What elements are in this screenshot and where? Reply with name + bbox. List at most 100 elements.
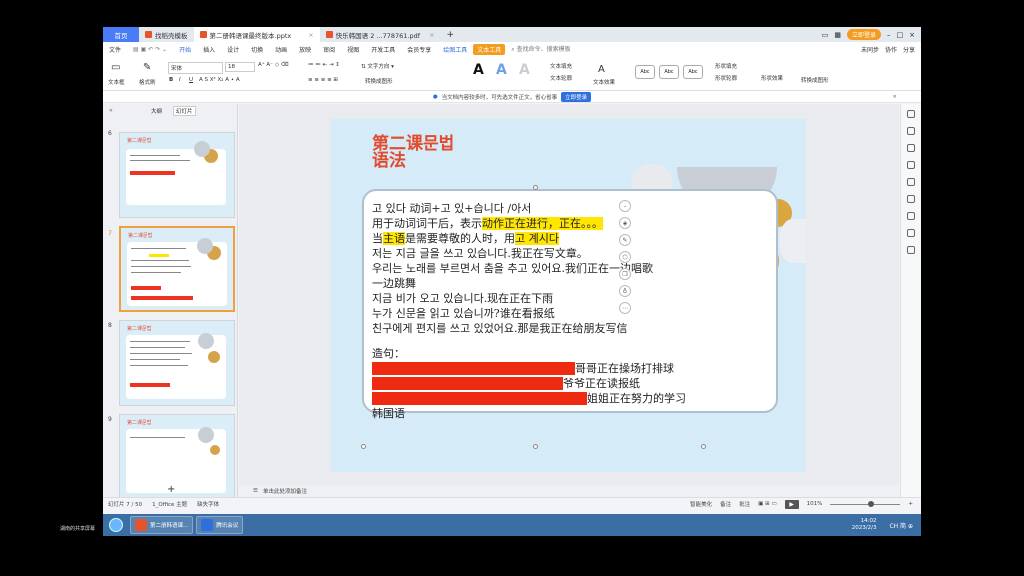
text-style-blue[interactable]: A xyxy=(496,62,507,78)
slide-thumbnail-9[interactable]: 第二课문법 xyxy=(119,414,235,500)
close-icon[interactable]: × xyxy=(892,94,897,100)
close-window-icon[interactable]: × xyxy=(909,31,915,39)
shape-icon[interactable]: ⬡ xyxy=(619,251,631,263)
sidebar-tool-icon[interactable] xyxy=(907,195,915,203)
menu-member[interactable]: 会员专享 xyxy=(401,45,437,54)
slide-title-line2[interactable]: 语法 xyxy=(372,153,406,170)
zoom-slider[interactable] xyxy=(830,500,901,507)
copy-icon[interactable]: ❐ xyxy=(619,268,631,280)
align-icons[interactable]: ≡ ≡ ≡ ≡ ⊞ xyxy=(308,77,338,83)
bulb-icon[interactable]: ♁ xyxy=(619,285,631,297)
notes-toggle[interactable]: 备注 xyxy=(720,500,731,508)
tab-home[interactable]: 首页 xyxy=(103,27,139,42)
share-button[interactable]: 分享 xyxy=(903,45,915,54)
text-format-icons[interactable]: A S X² X₂ A ∙ A xyxy=(199,77,240,83)
resize-handle[interactable] xyxy=(701,444,706,449)
slide-text-line[interactable]: 一边跳舞 xyxy=(372,277,416,290)
convert-graphics-button[interactable]: 转换成图形 xyxy=(365,77,393,85)
collapse-icon[interactable]: – xyxy=(619,200,631,212)
missing-fonts-button[interactable]: 缺失字体 xyxy=(197,500,219,508)
maximize-icon[interactable]: □ xyxy=(897,31,904,39)
layout-icon[interactable]: ▭ xyxy=(822,31,829,39)
menu-transition[interactable]: 切换 xyxy=(245,45,269,54)
menu-animation[interactable]: 动画 xyxy=(269,45,293,54)
textbox-icon[interactable]: ▭ xyxy=(111,62,120,73)
tab-template[interactable]: 找稻壳模板 xyxy=(139,27,194,42)
format-painter-button[interactable]: 格式刷 xyxy=(139,78,156,86)
format-painter-icon[interactable]: ✎ xyxy=(143,62,151,73)
font-size-select[interactable]: 18 xyxy=(225,62,255,72)
tab-pptx[interactable]: 第二册韩语课最终版本.pptx × xyxy=(193,27,320,42)
menu-drawing-tools[interactable]: 绘图工具 xyxy=(437,45,473,54)
menu-review[interactable]: 审阅 xyxy=(317,45,341,54)
slide-text-line[interactable]: 哥哥正在操场打排球 xyxy=(575,362,674,375)
slide-text-line[interactable]: 고 있다 动词+고 있+습니다 /아서 xyxy=(372,202,531,215)
tab-slides[interactable]: 幻灯片 xyxy=(173,106,196,116)
sidebar-tool-icon[interactable] xyxy=(907,144,915,152)
text-direction-icon[interactable]: ⇅ 文字方向 ▾ xyxy=(361,62,394,70)
add-tab-button[interactable]: + xyxy=(441,27,461,42)
quick-access-icons[interactable]: ▤ ▣ ↶ ↷ ⌄ xyxy=(127,46,173,53)
minimize-icon[interactable]: – xyxy=(887,31,891,39)
menu-home[interactable]: 开始 xyxy=(173,45,197,54)
collapse-icon[interactable]: « xyxy=(109,107,113,114)
tab-pdf[interactable]: 快乐韩国语 2 ...778761.pdf × xyxy=(320,27,441,42)
list-icons[interactable]: ≔ ≕ ⇤ ⇥ ↕ xyxy=(308,62,340,68)
shape-effects-button[interactable]: 形状效果 xyxy=(761,74,783,82)
login-button[interactable]: 立即登录 xyxy=(846,29,881,40)
play-icon[interactable]: ▶ xyxy=(784,499,799,509)
text-fill-button[interactable]: 文本填充 xyxy=(550,62,572,70)
taskbar-meeting[interactable]: 腾讯会议 xyxy=(196,516,244,534)
textbox-button[interactable]: 文本框 xyxy=(108,78,125,86)
rotate-handle[interactable] xyxy=(533,185,538,190)
slide-text-line[interactable]: 造句： xyxy=(372,347,405,360)
close-icon[interactable]: × xyxy=(308,31,313,39)
pen-icon[interactable]: ✎ xyxy=(619,234,631,246)
slide-text-line[interactable]: 누가 신문을 읽고 있습니까?谁在看报纸 xyxy=(372,307,555,320)
add-slide-button[interactable]: + xyxy=(167,484,175,495)
tab-outline[interactable]: 大纲 xyxy=(151,107,162,115)
resize-handle[interactable] xyxy=(361,444,366,449)
zoom-level[interactable]: 101% xyxy=(807,501,823,507)
bold-button[interactable]: B xyxy=(169,77,173,83)
view-icons[interactable]: ▣ ⊞ ▭ xyxy=(758,501,777,507)
menu-slideshow[interactable]: 放映 xyxy=(293,45,317,54)
grid-icon[interactable]: ▦ xyxy=(834,31,841,39)
sidebar-tool-icon[interactable] xyxy=(907,178,915,186)
slide-text-line[interactable]: 친구에게 편지를 쓰고 있었어요.那是我正在给朋友写信 xyxy=(372,322,628,335)
slide-text-line[interactable]: 姐姐正在努力的学习 xyxy=(587,392,686,405)
menu-view[interactable]: 视图 xyxy=(341,45,365,54)
menu-file[interactable]: 文件 xyxy=(103,45,127,54)
slide-text-line[interactable]: 지금 비가 오고 있습니다.现在正在下雨 xyxy=(372,292,553,305)
system-tray[interactable]: CH 简 ⊕ xyxy=(889,521,921,530)
slide-thumbnail-6[interactable]: 第二课문법 xyxy=(119,132,235,218)
slide-text-line[interactable]: 用于动词词干后，表示动作正在进行，正在。。。 xyxy=(372,217,603,230)
more-icon[interactable]: ⋯ xyxy=(619,302,631,314)
shape-style-1[interactable]: Abc xyxy=(635,65,655,79)
collab-button[interactable]: 协作 xyxy=(885,45,897,54)
underline-button[interactable]: U xyxy=(189,77,193,83)
menu-design[interactable]: 设计 xyxy=(221,45,245,54)
resize-handle[interactable] xyxy=(533,444,538,449)
sidebar-tool-icon[interactable] xyxy=(907,110,915,118)
sidebar-tool-icon[interactable] xyxy=(907,161,915,169)
start-button[interactable] xyxy=(109,518,123,532)
slide-thumbnail-8[interactable]: 第二课문법 xyxy=(119,320,235,406)
taskbar-wps[interactable]: 第二册韩语课... xyxy=(130,516,194,534)
search-command[interactable]: ⌕ 查找命令、搜索模板 xyxy=(505,44,576,54)
shape-fill-button[interactable]: 形状填充 xyxy=(715,62,737,70)
shape-outline-button[interactable]: 形状轮廓 xyxy=(715,74,737,82)
font-name-select[interactable]: 宋体 xyxy=(168,62,223,74)
sync-button[interactable]: 未同步 xyxy=(861,45,879,54)
comments-toggle[interactable]: 批注 xyxy=(739,500,750,508)
text-effects-button[interactable]: 文本效果 xyxy=(593,78,615,86)
shape-style-2[interactable]: Abc xyxy=(659,65,679,79)
slide-text-line[interactable]: 우리는 노래를 부르면서 춤을 추고 있어요.我们正在一边唱歌 xyxy=(372,262,653,275)
slide-text-line[interactable]: 韩国语 xyxy=(372,407,405,420)
notes-bar[interactable]: ☰ 单击此处添加备注 xyxy=(239,485,899,497)
menu-insert[interactable]: 插入 xyxy=(197,45,221,54)
smart-beautify-button[interactable]: 智能美化 xyxy=(690,500,712,508)
zoom-in-icon[interactable]: + xyxy=(908,501,913,507)
text-outline-button[interactable]: 文本轮廓 xyxy=(550,74,572,82)
menu-developer[interactable]: 开发工具 xyxy=(365,45,401,54)
